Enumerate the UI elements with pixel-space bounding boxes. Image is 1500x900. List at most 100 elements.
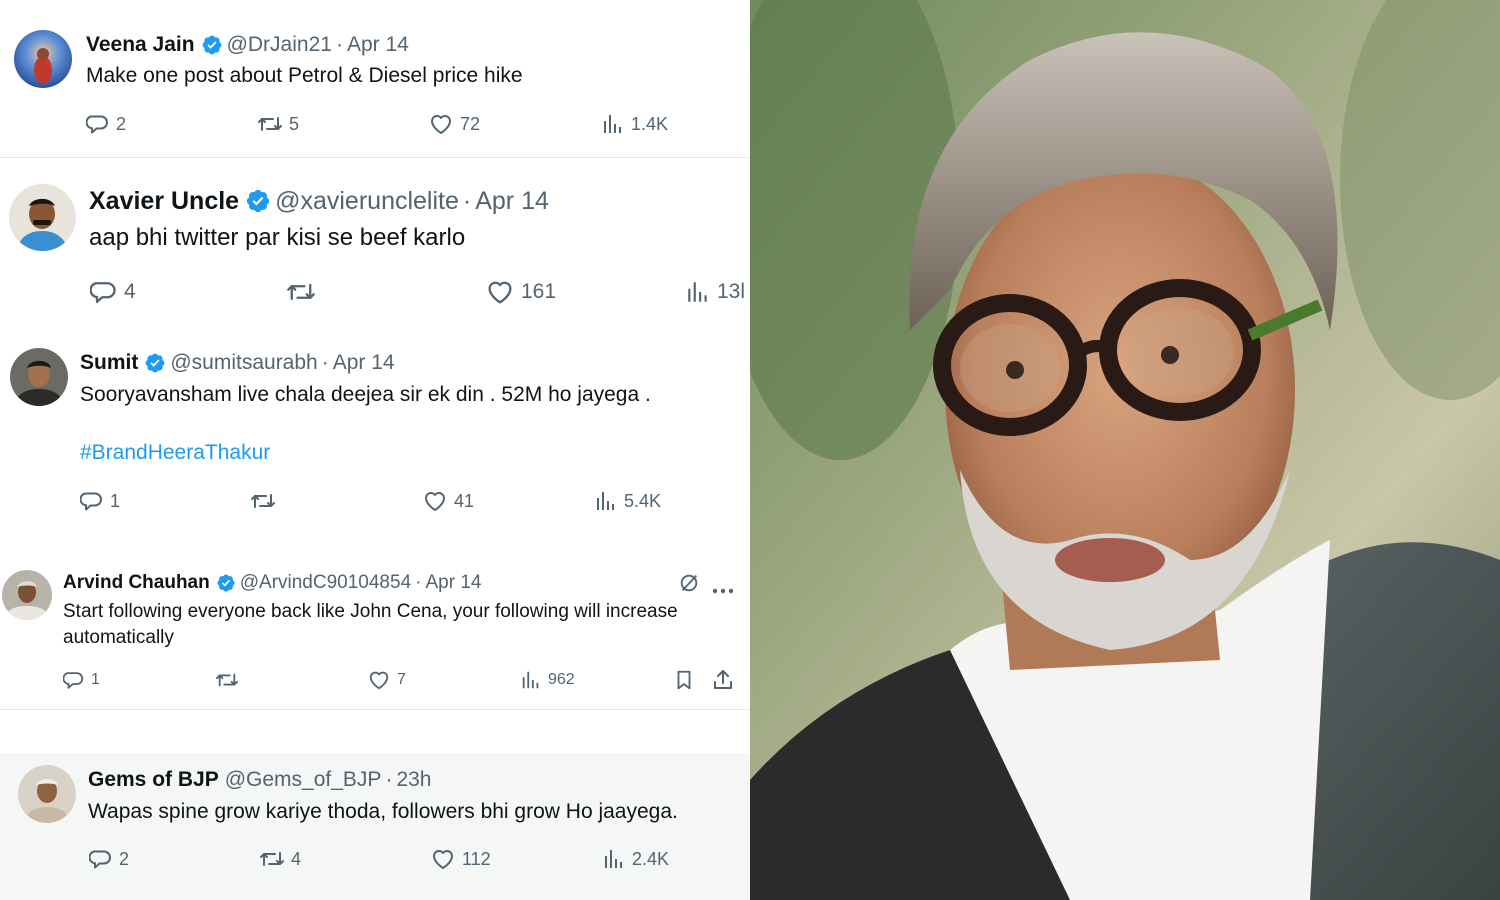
retweet-button[interactable] [215, 669, 245, 691]
like-button[interactable]: 7 [367, 669, 406, 691]
retweet-icon [257, 112, 289, 136]
heart-icon [485, 278, 521, 306]
bookmark-icon[interactable] [673, 669, 695, 696]
avatar[interactable] [10, 348, 68, 406]
tweet-card[interactable]: Sumit @sumitsaurabh · Apr 14 Sooryavansh… [0, 330, 750, 540]
heart-icon [428, 112, 460, 136]
reply-icon [90, 278, 124, 306]
divider [0, 709, 750, 710]
reply-icon [89, 847, 119, 871]
tweet-text-line: Start following everyone back like John … [63, 601, 678, 622]
verified-badge-icon [144, 352, 166, 374]
heart-icon [367, 669, 397, 691]
reply-count: 1 [91, 671, 100, 688]
timestamp[interactable]: Apr 14 [425, 572, 481, 594]
views-button[interactable]: 1.4K [601, 112, 668, 136]
verified-badge-icon [245, 188, 271, 214]
retweet-button[interactable]: 4 [259, 847, 301, 871]
separator-dot: · [415, 572, 422, 593]
retweet-count: 4 [291, 848, 302, 869]
reply-button[interactable]: 1 [80, 489, 120, 513]
tweet-card[interactable]: Xavier Uncle @xavierunclelite · Apr 14 a… [0, 158, 750, 330]
hashtag-link[interactable]: #BrandHeeraThakur [80, 441, 270, 465]
reply-button[interactable]: 2 [89, 847, 129, 871]
grok-icon[interactable] [678, 572, 700, 599]
reply-button[interactable]: 4 [90, 278, 136, 306]
like-count: 72 [460, 113, 481, 134]
avatar[interactable] [18, 765, 76, 823]
reply-icon [86, 112, 116, 136]
retweet-icon [215, 669, 245, 691]
user-handle[interactable]: @xavierunclelite [275, 187, 459, 216]
heart-icon [422, 489, 454, 513]
separator-dot: · [385, 768, 393, 791]
analytics-icon [601, 112, 631, 136]
reply-button[interactable]: 1 [63, 669, 100, 691]
avatar[interactable] [14, 30, 72, 88]
reply-count: 1 [110, 490, 121, 511]
tweet-card[interactable]: Arvind Chauhan @ArvindC90104854 · Apr 14… [0, 560, 750, 710]
separator-dot: · [462, 186, 472, 215]
tweet-text: aap bhi twitter par kisi se beef karlo [89, 224, 466, 251]
views-button[interactable]: 13l [685, 278, 745, 306]
reply-count: 4 [124, 280, 136, 303]
retweet-count: 5 [289, 113, 300, 134]
retweet-button[interactable] [250, 489, 282, 513]
tweet-card[interactable]: Veena Jain @DrJain21 · Apr 14 Make one p… [0, 0, 750, 157]
timestamp[interactable]: Apr 14 [333, 351, 395, 375]
avatar[interactable] [2, 570, 52, 620]
like-button[interactable]: 112 [430, 847, 491, 871]
like-button[interactable]: 161 [485, 278, 556, 306]
reply-icon [63, 669, 91, 691]
like-button[interactable]: 41 [422, 489, 474, 513]
display-name[interactable]: Gems of BJP [88, 768, 219, 792]
views-button[interactable]: 2.4K [602, 847, 669, 871]
view-count: 13l [717, 280, 746, 303]
tweet-collage: Veena Jain @DrJain21 · Apr 14 Make one p… [0, 0, 750, 900]
analytics-icon [594, 489, 624, 513]
reply-count: 2 [119, 848, 130, 869]
tweet-text-line: automatically [63, 627, 174, 648]
heart-icon [430, 847, 462, 871]
analytics-icon [520, 669, 548, 691]
retweet-icon [259, 847, 291, 871]
like-count: 7 [397, 671, 406, 688]
view-count: 2.4K [632, 848, 670, 869]
tweet-card[interactable]: Gems of BJP @Gems_of_BJP · 23h Wapas spi… [0, 753, 750, 900]
user-handle[interactable]: @DrJain21 [227, 33, 332, 57]
reply-button[interactable]: 2 [86, 112, 126, 136]
share-icon[interactable] [711, 668, 735, 697]
like-count: 161 [521, 280, 557, 303]
tweet-text: Sooryavansham live chala deejea sir ek d… [80, 383, 651, 406]
portrait-photo [750, 0, 1500, 900]
views-button[interactable]: 5.4K [594, 489, 661, 513]
retweet-icon [286, 278, 322, 306]
like-count: 112 [462, 848, 491, 869]
tweet-text: Wapas spine grow kariye thoda, followers… [88, 800, 678, 823]
user-handle[interactable]: @ArvindC90104854 [240, 572, 411, 594]
retweet-button[interactable]: 5 [257, 112, 299, 136]
reply-icon [80, 489, 110, 513]
timestamp[interactable]: Apr 14 [475, 187, 549, 216]
like-button[interactable]: 72 [428, 112, 480, 136]
timestamp[interactable]: Apr 14 [347, 33, 409, 57]
verified-badge-icon [216, 573, 236, 593]
views-button[interactable]: 962 [520, 669, 575, 691]
retweet-button[interactable] [286, 278, 322, 306]
more-options-icon[interactable] [712, 581, 734, 599]
retweet-icon [250, 489, 282, 513]
display-name[interactable]: Arvind Chauhan [63, 572, 210, 594]
verified-badge-icon [201, 34, 223, 56]
display-name[interactable]: Sumit [80, 351, 138, 375]
avatar[interactable] [9, 184, 76, 251]
analytics-icon [602, 847, 632, 871]
analytics-icon [685, 278, 717, 306]
timestamp[interactable]: 23h [396, 768, 431, 792]
user-handle[interactable]: @Gems_of_BJP [225, 768, 382, 792]
like-count: 41 [454, 490, 475, 511]
separator-dot: · [335, 33, 343, 56]
view-count: 1.4K [631, 113, 669, 134]
display-name[interactable]: Xavier Uncle [89, 187, 239, 216]
display-name[interactable]: Veena Jain [86, 33, 195, 57]
user-handle[interactable]: @sumitsaurabh [170, 351, 317, 375]
